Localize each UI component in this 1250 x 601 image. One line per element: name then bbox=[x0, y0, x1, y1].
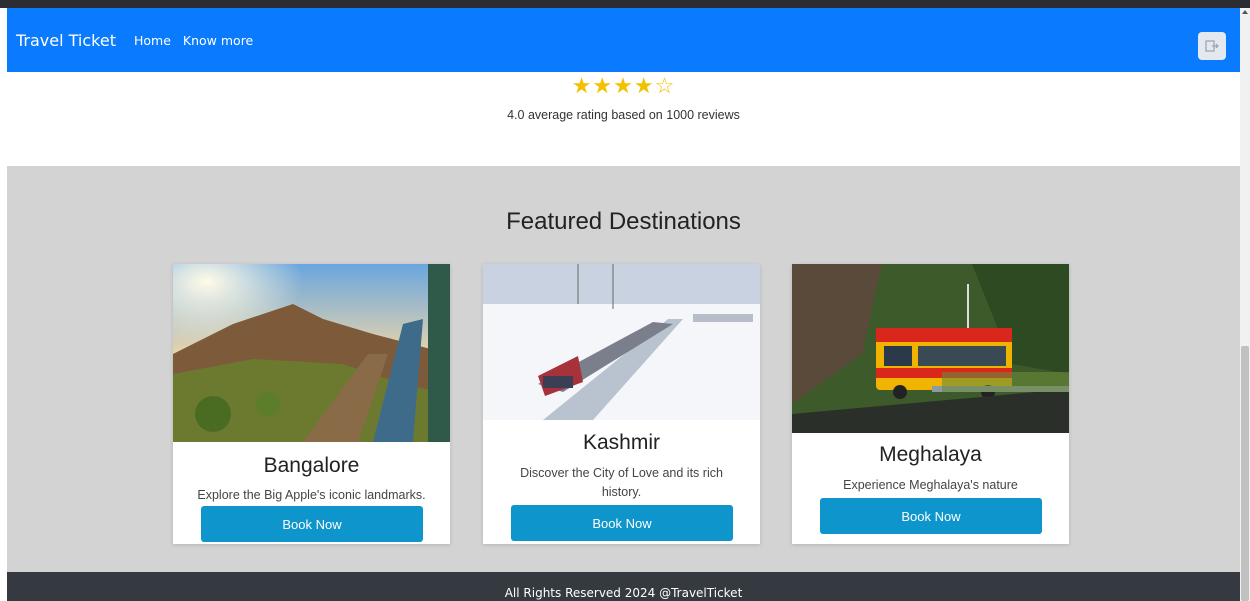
destination-card-bangalore: Bangalore Explore the Big Apple's iconic… bbox=[173, 264, 450, 544]
scroll-up-arrow-icon[interactable] bbox=[1242, 10, 1248, 14]
scrollbar-thumb[interactable] bbox=[1241, 346, 1249, 601]
rating-summary: 4.0 average rating based on 1000 reviews bbox=[507, 108, 740, 122]
rating-section: ★★★★☆ 4.0 average rating based on 1000 r… bbox=[7, 72, 1240, 166]
meghalaya-image bbox=[792, 264, 1069, 433]
bangalore-image bbox=[173, 264, 450, 442]
section-title: Featured Destinations bbox=[506, 208, 741, 235]
page-scrollbar[interactable] bbox=[1240, 8, 1250, 601]
navbar: Travel Ticket Home Know more bbox=[7, 8, 1240, 72]
card-title: Meghalaya bbox=[879, 443, 982, 466]
book-now-button[interactable]: Book Now bbox=[201, 506, 423, 542]
nav-link-know-more[interactable]: Know more bbox=[183, 33, 253, 48]
card-description: Discover the City of Love and its rich h… bbox=[520, 466, 723, 499]
card-title: Kashmir bbox=[582, 431, 661, 454]
destination-card-meghalaya: Meghalaya Experience Meghalaya's nature … bbox=[792, 264, 1069, 544]
book-now-button[interactable]: Book Now bbox=[820, 498, 1042, 534]
footer-copyright: All Rights Reserved 2024 @TravelTicket bbox=[504, 586, 743, 600]
window-top-edge bbox=[0, 0, 1250, 8]
book-now-button[interactable]: Book Now bbox=[511, 505, 733, 541]
featured-destinations-section: Featured Destinations Bangalore Explore … bbox=[7, 166, 1240, 572]
kashmir-image bbox=[483, 264, 760, 420]
footer: All Rights Reserved 2024 @TravelTicket bbox=[7, 572, 1240, 601]
card-description: Experience Meghalaya's nature bbox=[843, 478, 1018, 492]
logout-icon bbox=[1205, 40, 1219, 52]
logout-button[interactable] bbox=[1198, 32, 1226, 60]
destination-card-kashmir: Kashmir Discover the City of Love and it… bbox=[483, 264, 760, 544]
brand-logo[interactable]: Travel Ticket bbox=[16, 31, 116, 50]
rating-stars: ★★★★☆ bbox=[571, 73, 676, 98]
nav-link-home[interactable]: Home bbox=[134, 33, 171, 48]
card-description: Explore the Big Apple's iconic landmarks… bbox=[197, 488, 426, 502]
card-title: Bangalore bbox=[263, 454, 360, 477]
